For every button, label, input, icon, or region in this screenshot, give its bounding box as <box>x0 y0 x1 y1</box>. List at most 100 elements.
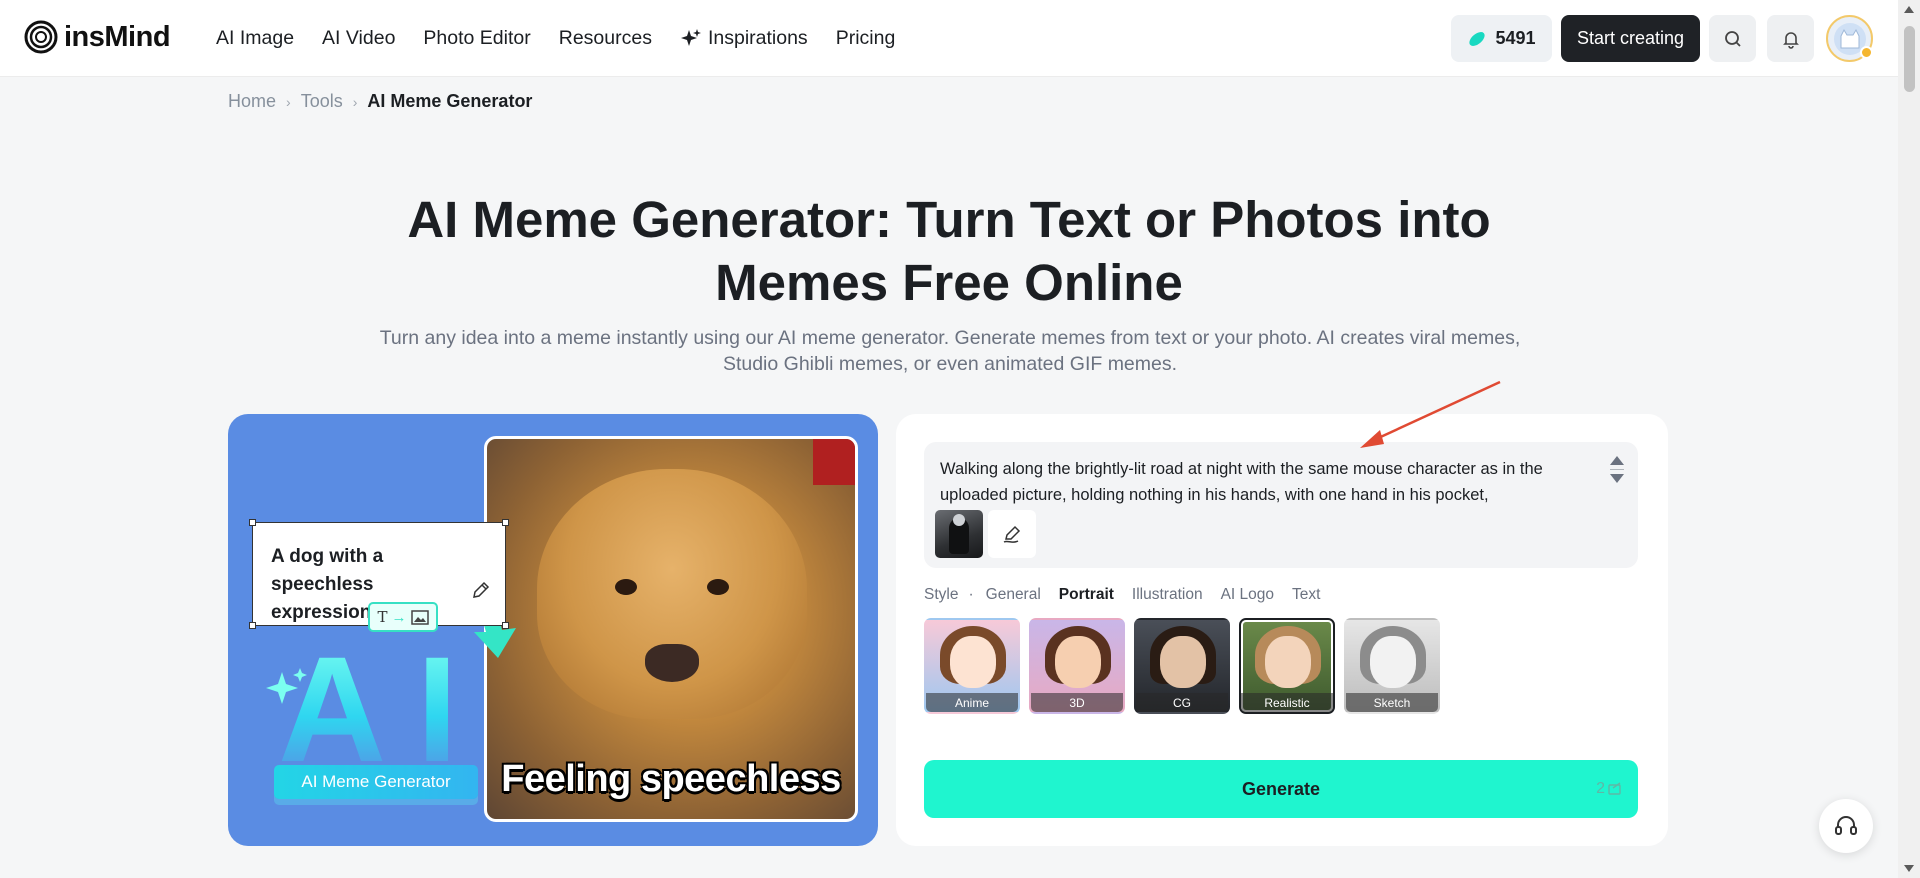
logo-text: insMind <box>64 20 171 53</box>
generate-cost: 2 <box>1596 780 1622 798</box>
dog-head <box>537 469 807 719</box>
style-label-text: Style <box>924 586 959 603</box>
nav-ai-image[interactable]: AI Image <box>216 27 294 50</box>
text-glyph: T <box>377 608 388 626</box>
scroll-down-icon[interactable] <box>1610 474 1624 483</box>
reference-image-thumbnail[interactable] <box>935 510 983 558</box>
breadcrumb: Home › Tools › AI Meme Generator <box>228 91 532 112</box>
generate-button[interactable]: Generate 2 <box>924 760 1638 818</box>
tab-general[interactable]: General <box>986 586 1041 604</box>
chevron-right-icon: › <box>286 93 291 110</box>
prompt-scroll-controls[interactable] <box>1610 456 1624 483</box>
search-button[interactable] <box>1709 15 1756 62</box>
nav-resources[interactable]: Resources <box>559 27 652 50</box>
style-label: Anime <box>926 693 1018 712</box>
nav-label: Photo Editor <box>423 27 531 49</box>
sparkle-icon <box>680 28 701 46</box>
style-option-sketch[interactable]: Sketch <box>1344 618 1440 714</box>
draw-edit-button[interactable] <box>988 510 1036 558</box>
photo-background <box>813 439 855 485</box>
style-option-3d[interactable]: 3D <box>1029 618 1125 714</box>
scroll-up-arrow-icon[interactable] <box>1904 6 1914 13</box>
breadcrumb-home[interactable]: Home <box>228 91 276 112</box>
style-option-cg[interactable]: CG <box>1134 618 1230 714</box>
portrait-face <box>1160 636 1206 688</box>
credit-icon <box>1608 782 1621 795</box>
credits-count: 5491 <box>1495 28 1536 48</box>
logo-swirl-icon <box>24 20 58 54</box>
style-label: 3D <box>1031 693 1123 712</box>
logo[interactable]: insMind <box>24 20 171 54</box>
breadcrumb-tools[interactable]: Tools <box>301 91 343 112</box>
tab-ai-logo[interactable]: AI Logo <box>1221 586 1274 604</box>
nav-photo-editor[interactable]: Photo Editor <box>423 27 530 50</box>
prompt-textarea[interactable]: Walking along the brightly-lit road at n… <box>940 456 1590 508</box>
dog-eye <box>707 579 729 595</box>
style-option-anime[interactable]: Anime <box>924 618 1020 714</box>
tab-portrait[interactable]: Portrait <box>1059 586 1114 604</box>
arrow-glyph: → <box>391 608 407 626</box>
portrait-face <box>1370 636 1416 688</box>
page-title: AI Meme Generator: Turn Text or Photos i… <box>407 191 1491 311</box>
tab-illustration[interactable]: Illustration <box>1132 586 1203 604</box>
style-label: Sketch <box>1346 693 1438 712</box>
nav-label: Inspirations <box>707 27 808 49</box>
nav-pricing[interactable]: Pricing <box>836 27 896 50</box>
image-icon <box>410 609 429 625</box>
style-option-realistic[interactable]: Realistic <box>1239 618 1335 714</box>
chevron-right-icon: › <box>352 93 358 110</box>
user-avatar[interactable] <box>1826 15 1873 62</box>
tab-text[interactable]: Text <box>1292 586 1320 604</box>
credits-badge[interactable]: 5491 <box>1451 15 1552 62</box>
portrait-face <box>1055 636 1101 688</box>
nav-label: Resources <box>558 27 652 49</box>
annotation-arrow <box>1350 378 1510 459</box>
page-scrollbar[interactable] <box>1898 0 1920 878</box>
dog-photo: Feeling speechless <box>484 436 858 822</box>
scroll-down-arrow-icon[interactable] <box>1904 865 1914 872</box>
bell-icon <box>1782 31 1799 49</box>
portrait-face <box>1265 636 1311 688</box>
hero-illustration: AI Feeling speechless A dog with a speec… <box>228 414 878 846</box>
style-label: Style · <box>924 586 974 604</box>
divider <box>1610 469 1624 470</box>
nav-ai-video[interactable]: AI Video <box>322 27 395 50</box>
style-label: CG <box>1136 693 1228 712</box>
resize-handle <box>502 622 509 629</box>
nav-inspirations[interactable]: Inspirations <box>680 27 808 50</box>
nav-label: AI Image <box>216 27 295 49</box>
style-tabs: Style · General Portrait Illustration AI … <box>924 586 1320 604</box>
resize-handle <box>249 519 256 526</box>
hand-pen-icon <box>1003 525 1021 543</box>
page-subtitle: Turn any idea into a meme instantly usin… <box>379 327 1521 375</box>
dog-eye <box>615 579 637 595</box>
start-creating-button[interactable]: Start creating <box>1561 15 1700 62</box>
breadcrumb-current: AI Meme Generator <box>367 91 533 111</box>
thumbnail-head <box>953 514 965 526</box>
search-icon <box>1724 30 1741 47</box>
support-button[interactable] <box>1819 799 1873 853</box>
dot-separator: · <box>968 586 974 603</box>
text-to-image-icon: T → <box>368 602 438 632</box>
pen-icon <box>471 580 491 609</box>
notifications-button[interactable] <box>1767 15 1814 62</box>
dog-nose <box>645 644 699 682</box>
resize-handle <box>249 622 256 629</box>
ai-meme-generator-badge: AI Meme Generator <box>274 765 478 799</box>
nav-label: Pricing <box>835 27 896 49</box>
scroll-up-icon[interactable] <box>1610 456 1624 465</box>
scroll-thumb[interactable] <box>1904 26 1915 92</box>
resize-handle <box>502 519 509 526</box>
headset-icon <box>1835 816 1857 835</box>
cost-value: 2 <box>1596 780 1605 797</box>
prompt-input-box[interactable]: Walking along the brightly-lit road at n… <box>924 442 1638 568</box>
portrait-face <box>950 636 996 688</box>
meme-caption: Feeling speechless <box>501 758 841 800</box>
generate-label: Generate <box>1241 778 1321 799</box>
main-nav: AI Image AI Video Photo Editor Resources… <box>216 0 895 77</box>
style-label: Realistic <box>1241 693 1333 712</box>
credit-leaf-icon <box>1469 31 1486 46</box>
nav-label: AI Video <box>322 27 396 49</box>
avatar-status-dot <box>1860 46 1873 59</box>
top-header: insMind AI Image AI Video Photo Editor R… <box>0 0 1898 77</box>
